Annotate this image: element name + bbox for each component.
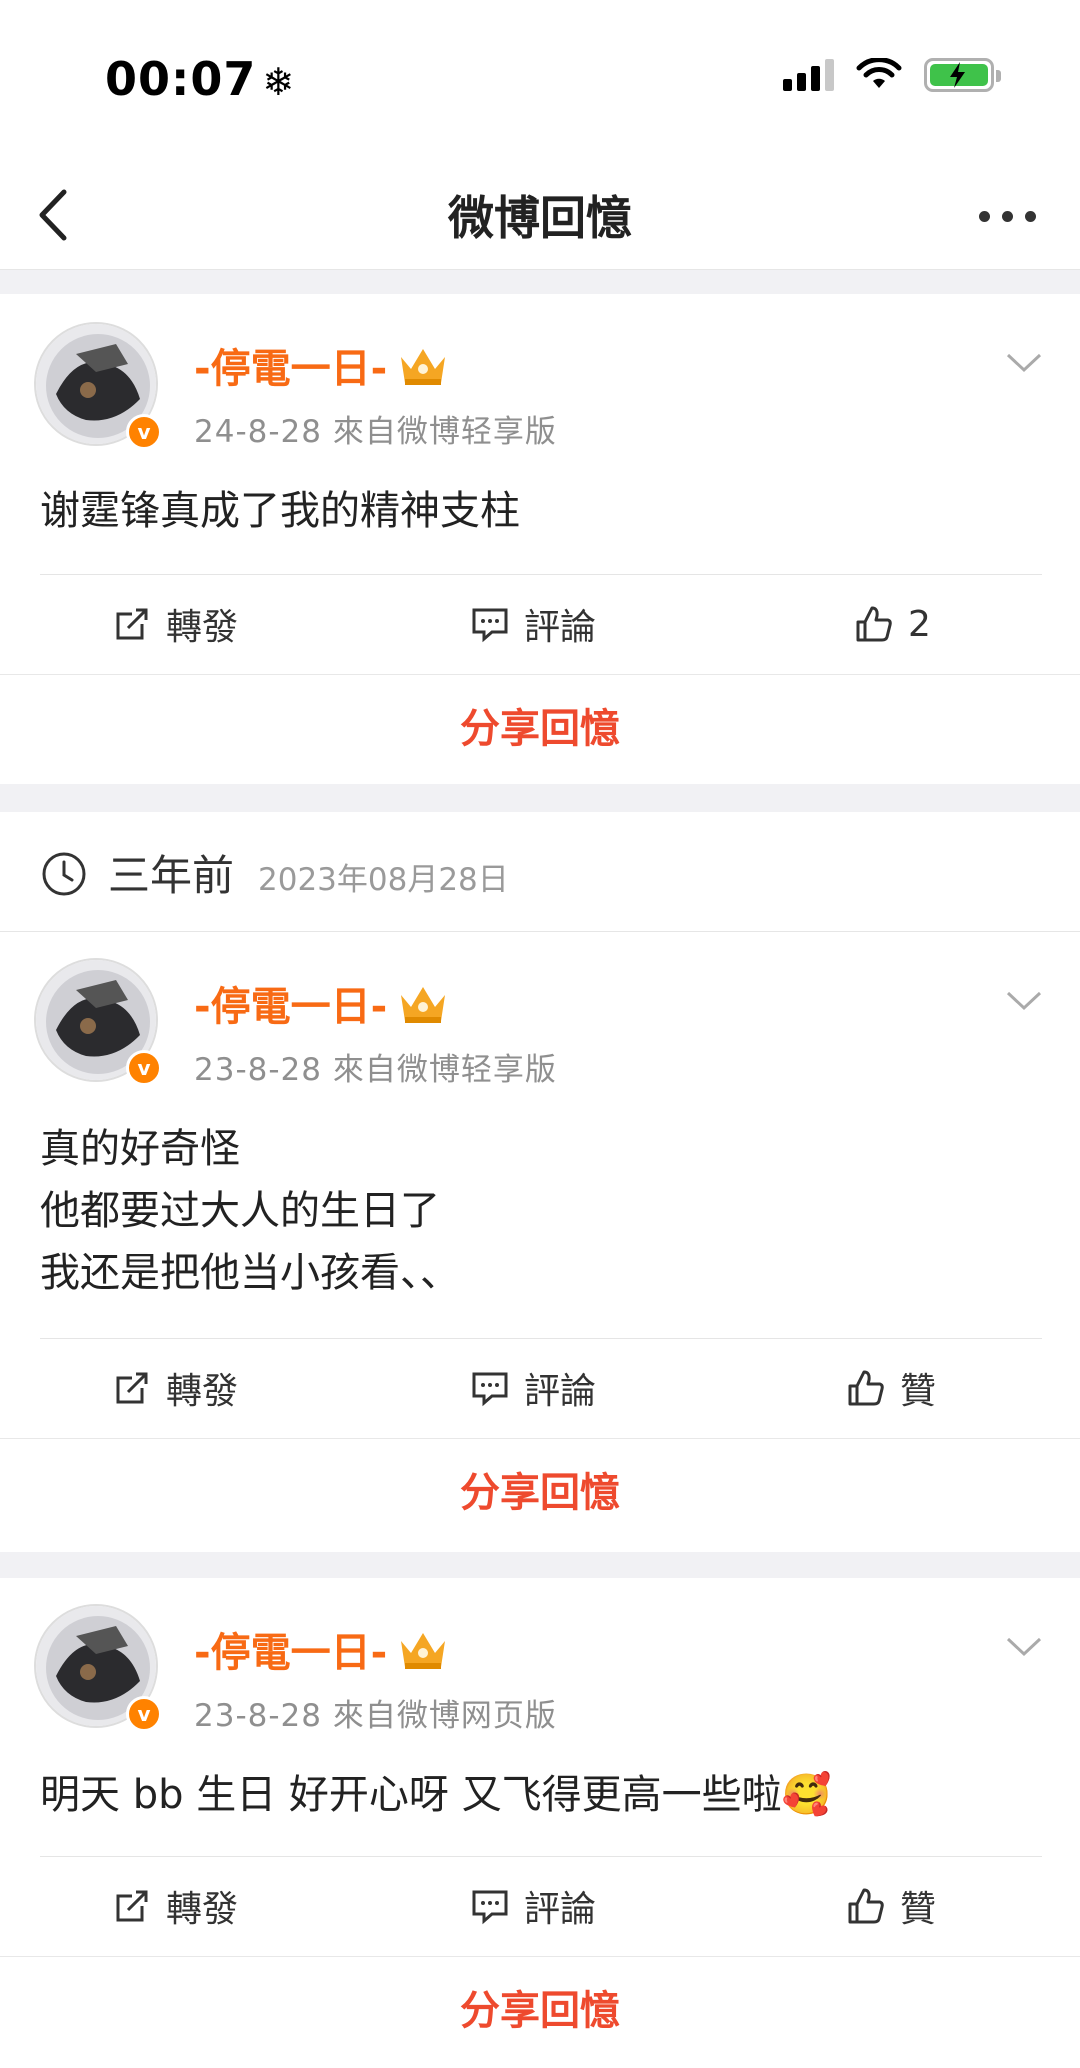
avatar[interactable]: v	[34, 1604, 162, 1732]
thumbs-up-icon	[848, 1370, 884, 1406]
repost-icon	[116, 1890, 148, 1922]
repost-button[interactable]: 轉發	[112, 574, 238, 674]
chevron-down-icon[interactable]	[1004, 350, 1044, 376]
section-divider	[0, 1552, 1080, 1578]
more-options-icon[interactable]	[972, 196, 1042, 236]
verified-badge: v	[126, 414, 162, 450]
thumbs-up-icon	[856, 606, 892, 642]
crown-badge-icon	[401, 987, 446, 1023]
avatar[interactable]: v	[34, 322, 162, 450]
comment-button[interactable]: 評論	[470, 1856, 596, 1956]
share-memory-button[interactable]: 分享回憶	[0, 1956, 1080, 2064]
memory-ago: 三年前	[108, 851, 235, 900]
post-card[interactable]: v -停電一日- 24-8-28 來自微博轻享版 谢霆锋真成了我的精神支柱 轉發…	[0, 294, 1080, 784]
username[interactable]: -停電一日-	[194, 336, 449, 394]
share-memory-button[interactable]: 分享回憶	[0, 1438, 1080, 1546]
battery-icon	[924, 58, 1001, 92]
repost-button[interactable]: 轉發	[112, 1338, 238, 1438]
comment-icon	[472, 608, 508, 643]
post-card[interactable]: v -停電一日- 23-8-28 來自微博网页版 明天 bb 生日 好开心呀 又…	[0, 1578, 1080, 2068]
thumbs-up-icon	[848, 1888, 884, 1924]
post-content: 谢霆锋真成了我的精神支柱	[40, 488, 520, 534]
comment-button[interactable]: 評論	[470, 1338, 596, 1438]
like-button[interactable]: 贊	[846, 1338, 936, 1438]
verified-badge: v	[126, 1696, 162, 1732]
status-time: 00:07 ❄	[105, 52, 296, 106]
crown-badge-icon	[401, 1633, 446, 1669]
clock-icon	[42, 852, 86, 896]
post-actions: 轉發 評論 2	[0, 574, 1080, 674]
post-content: 真的好奇怪 他都要过大人的生日了 我还是把他当小孩看、、	[40, 1126, 460, 1296]
comment-icon	[472, 1890, 508, 1925]
avatar[interactable]: v	[34, 958, 162, 1086]
wifi-icon	[856, 58, 902, 88]
username[interactable]: -停電一日-	[194, 974, 449, 1032]
post-card[interactable]: v -停電一日- 23-8-28 來自微博轻享版 真的好奇怪 他都要过大人的生日…	[0, 932, 1080, 1552]
post-actions: 轉發 評論 贊	[0, 1856, 1080, 1956]
like-button[interactable]: 2	[854, 574, 931, 674]
post-actions: 轉發 評論 贊	[0, 1338, 1080, 1438]
username[interactable]: -停電一日-	[194, 1620, 449, 1678]
comment-icon	[472, 1372, 508, 1407]
status-bar: 00:07 ❄	[0, 0, 1080, 160]
status-icons	[783, 58, 1001, 92]
cellular-signal-icon	[783, 59, 834, 91]
chevron-down-icon[interactable]	[1004, 1634, 1044, 1660]
memory-header: 三年前 2023年08月28日	[0, 812, 1080, 932]
comment-button[interactable]: 評論	[470, 574, 596, 674]
share-memory-button[interactable]: 分享回憶	[0, 674, 1080, 782]
like-button[interactable]: 贊	[846, 1856, 936, 1956]
verified-badge: v	[126, 1050, 162, 1086]
nav-bar: 微博回憶	[0, 160, 1080, 270]
section-divider	[0, 784, 1080, 812]
section-divider	[0, 270, 1080, 294]
memory-date: 2023年08月28日	[258, 862, 509, 898]
post-meta: 24-8-28 來自微博轻享版	[194, 414, 557, 450]
post-content: 明天 bb 生日 好开心呀 又飞得更高一些啦🥰	[40, 1772, 832, 1818]
repost-button[interactable]: 轉發	[112, 1856, 238, 1956]
chevron-down-icon[interactable]	[1004, 988, 1044, 1014]
repost-icon	[116, 608, 148, 640]
post-meta: 23-8-28 來自微博网页版	[194, 1698, 557, 1734]
post-meta: 23-8-28 來自微博轻享版	[194, 1052, 557, 1088]
snowflake-icon: ❄	[262, 60, 296, 104]
crown-badge-icon	[401, 349, 446, 385]
page-title: 微博回憶	[448, 191, 632, 245]
repost-icon	[116, 1372, 148, 1404]
